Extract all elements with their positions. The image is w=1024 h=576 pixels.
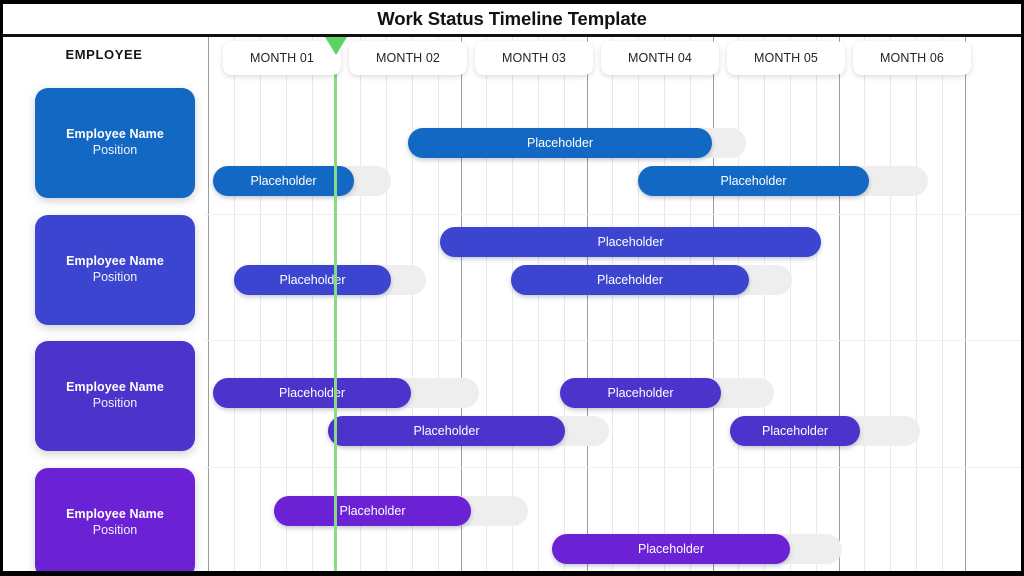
gantt-bar-label: Placeholder bbox=[413, 424, 480, 438]
grid-line-minor bbox=[890, 37, 891, 571]
gantt-bar-label: Placeholder bbox=[761, 424, 828, 438]
employee-card-4[interactable]: Employee Name Position bbox=[35, 468, 195, 571]
gantt-bar[interactable]: Placeholder bbox=[440, 227, 821, 257]
row-separator bbox=[205, 340, 1021, 341]
grid-line-major bbox=[839, 37, 840, 571]
grid-line-minor bbox=[412, 37, 413, 571]
grid-line-minor bbox=[916, 37, 917, 571]
grid-line-major bbox=[461, 37, 462, 571]
grid-line-minor bbox=[260, 37, 261, 571]
gantt-bar[interactable]: Placeholder bbox=[408, 128, 712, 158]
grid-line-minor bbox=[286, 37, 287, 571]
gantt-bar[interactable]: Placeholder bbox=[274, 496, 471, 526]
row-separator bbox=[205, 467, 1021, 468]
employee-card-1[interactable]: Employee Name Position bbox=[35, 88, 195, 198]
grid-line-minor bbox=[386, 37, 387, 571]
gantt-bar[interactable]: Placeholder bbox=[234, 265, 391, 295]
gantt-bar[interactable]: Placeholder bbox=[511, 265, 749, 295]
month-header-label: MONTH 06 bbox=[879, 51, 944, 65]
employee-name: Employee Name bbox=[66, 379, 164, 394]
gantt-bar-label: Placeholder bbox=[526, 136, 593, 150]
grid-line-major bbox=[208, 37, 209, 571]
month-header-label: MONTH 05 bbox=[753, 51, 818, 65]
month-header-1[interactable]: MONTH 01 bbox=[223, 41, 341, 75]
grid-line-minor bbox=[764, 37, 765, 571]
employee-column-header: EMPLOYEE bbox=[65, 47, 143, 62]
grid-line-minor bbox=[234, 37, 235, 571]
grid-line-minor bbox=[790, 37, 791, 571]
gantt-bar[interactable]: Placeholder bbox=[213, 378, 411, 408]
employee-card-2[interactable]: Employee Name Position bbox=[35, 215, 195, 325]
employee-name: Employee Name bbox=[66, 126, 164, 141]
grid-line-minor bbox=[486, 37, 487, 571]
month-header-label: MONTH 03 bbox=[501, 51, 566, 65]
grid-line-minor bbox=[942, 37, 943, 571]
employee-position: Position bbox=[92, 396, 138, 411]
row-separator bbox=[205, 214, 1021, 215]
grid-line-minor bbox=[512, 37, 513, 571]
month-header-5[interactable]: MONTH 05 bbox=[727, 41, 845, 75]
grid-line-minor bbox=[638, 37, 639, 571]
month-header-6[interactable]: MONTH 06 bbox=[853, 41, 971, 75]
grid-line-major bbox=[587, 37, 588, 571]
grid-line-minor bbox=[612, 37, 613, 571]
today-marker-arrow-icon bbox=[325, 37, 347, 55]
slide-canvas: Work Status Timeline Template Placeholde… bbox=[0, 0, 1024, 576]
employee-position: Position bbox=[92, 523, 138, 538]
gantt-bar-label: Placeholder bbox=[607, 386, 674, 400]
gantt-bar-label: Placeholder bbox=[597, 235, 664, 249]
employee-name: Employee Name bbox=[66, 253, 164, 268]
gantt-bar[interactable]: Placeholder bbox=[552, 534, 790, 564]
employee-column: EMPLOYEE Employee Name Position Employee N… bbox=[3, 37, 205, 571]
gantt-bar[interactable]: Placeholder bbox=[328, 416, 565, 446]
gantt-bar-label: Placeholder bbox=[720, 174, 787, 188]
grid-line-minor bbox=[538, 37, 539, 571]
grid-line-minor bbox=[564, 37, 565, 571]
employee-name: Employee Name bbox=[66, 506, 164, 521]
gantt-bar[interactable]: Placeholder bbox=[730, 416, 860, 446]
grid-line-major bbox=[965, 37, 966, 571]
grid-line-minor bbox=[738, 37, 739, 571]
grid-line-major bbox=[713, 37, 714, 571]
employee-position: Position bbox=[92, 143, 138, 158]
gantt-bar[interactable]: Placeholder bbox=[560, 378, 721, 408]
month-header-4[interactable]: MONTH 04 bbox=[601, 41, 719, 75]
page-title: Work Status Timeline Template bbox=[377, 8, 647, 29]
grid-line-minor bbox=[360, 37, 361, 571]
month-header-label: MONTH 02 bbox=[375, 51, 440, 65]
employee-position: Position bbox=[92, 270, 138, 285]
grid-line-minor bbox=[816, 37, 817, 571]
grid-line-minor bbox=[312, 37, 313, 571]
grid-line-minor bbox=[438, 37, 439, 571]
grid-line-minor bbox=[690, 37, 691, 571]
gantt-bar-label: Placeholder bbox=[250, 174, 317, 188]
grid-line-minor bbox=[664, 37, 665, 571]
month-header-3[interactable]: MONTH 03 bbox=[475, 41, 593, 75]
gantt-bar-label: Placeholder bbox=[637, 542, 704, 556]
gantt-bar[interactable]: Placeholder bbox=[213, 166, 354, 196]
gantt-bar[interactable]: Placeholder bbox=[638, 166, 869, 196]
month-header-2[interactable]: MONTH 02 bbox=[349, 41, 467, 75]
timeline-board: Placeholder Placeholder Placeholder Placeho… bbox=[3, 37, 1021, 571]
employee-card-3[interactable]: Employee Name Position bbox=[35, 341, 195, 451]
title-bar: Work Status Timeline Template bbox=[3, 4, 1021, 37]
timeline-grid-area: Placeholder Placeholder Placeholder Placeho… bbox=[205, 37, 1021, 571]
month-header-label: MONTH 04 bbox=[627, 51, 692, 65]
gantt-bar-label: Placeholder bbox=[339, 504, 406, 518]
month-header-label: MONTH 01 bbox=[249, 51, 314, 65]
today-marker-line bbox=[334, 37, 337, 571]
gantt-bar-label: Placeholder bbox=[596, 273, 663, 287]
grid-line-minor bbox=[864, 37, 865, 571]
